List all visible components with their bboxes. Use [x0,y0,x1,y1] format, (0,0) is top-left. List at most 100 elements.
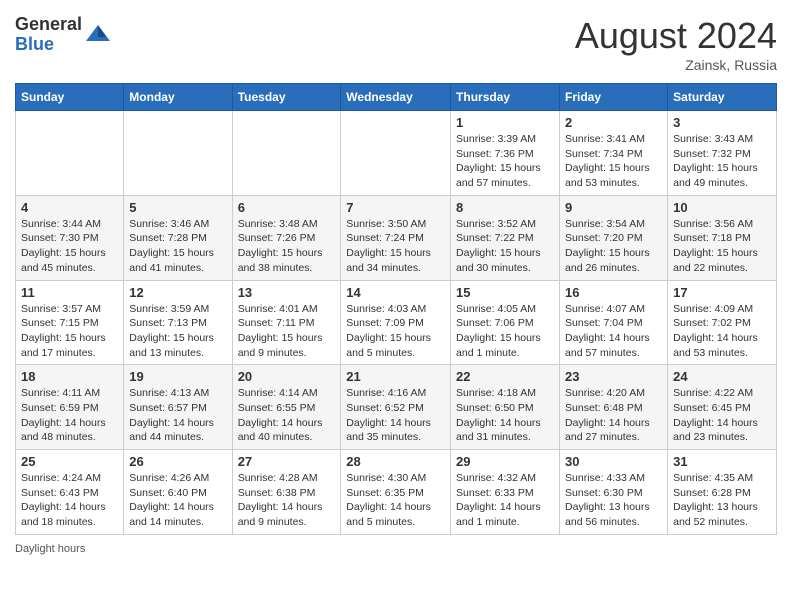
day-number: 17 [673,285,771,300]
location: Zainsk, Russia [575,57,777,73]
day-number: 31 [673,454,771,469]
day-detail: Sunrise: 4:32 AMSunset: 6:33 PMDaylight:… [456,471,554,530]
logo: GeneralBlue [15,15,112,55]
calendar-cell: 9Sunrise: 3:54 AMSunset: 7:20 PMDaylight… [560,195,668,280]
week-row-1: 1 Sunrise: 3:39 AMSunset: 7:36 PMDaylight… [16,111,777,196]
day-detail: Sunrise: 3:44 AMSunset: 7:30 PMDaylight:… [21,217,118,276]
day-detail: Sunrise: 4:24 AMSunset: 6:43 PMDaylight:… [21,471,118,530]
day-number: 26 [129,454,226,469]
day-detail: Sunrise: 3:48 AMSunset: 7:26 PMDaylight:… [238,217,336,276]
calendar-cell [341,111,451,196]
calendar-cell: 1 Sunrise: 3:39 AMSunset: 7:36 PMDaylight… [451,111,560,196]
header-day-monday: Monday [124,84,232,111]
day-number: 5 [129,200,226,215]
header-day-wednesday: Wednesday [341,84,451,111]
calendar-cell: 31 Sunrise: 4:35 AMSunset: 6:28 PMDayligh… [668,450,777,535]
calendar-cell: 22Sunrise: 4:18 AMSunset: 6:50 PMDayligh… [451,365,560,450]
day-number: 6 [238,200,336,215]
calendar-cell: 15Sunrise: 4:05 AMSunset: 7:06 PMDayligh… [451,280,560,365]
calendar-cell: 13Sunrise: 4:01 AMSunset: 7:11 PMDayligh… [232,280,341,365]
header-day-thursday: Thursday [451,84,560,111]
calendar-cell [124,111,232,196]
day-detail: Sunrise: 3:56 AMSunset: 7:18 PMDaylight:… [673,217,771,276]
day-detail: Sunrise: 4:14 AMSunset: 6:55 PMDaylight:… [238,386,336,445]
day-number: 27 [238,454,336,469]
day-number: 21 [346,369,445,384]
day-detail: Sunrise: 3:57 AMSunset: 7:15 PMDaylight:… [21,302,118,361]
day-detail: Sunrise: 3:46 AMSunset: 7:28 PMDaylight:… [129,217,226,276]
week-row-3: 11 Sunrise: 3:57 AMSunset: 7:15 PMDayligh… [16,280,777,365]
calendar-cell: 11 Sunrise: 3:57 AMSunset: 7:15 PMDayligh… [16,280,124,365]
day-number: 23 [565,369,662,384]
header-day-saturday: Saturday [668,84,777,111]
calendar-body: 1 Sunrise: 3:39 AMSunset: 7:36 PMDaylight… [16,111,777,535]
day-number: 18 [21,369,118,384]
header-day-tuesday: Tuesday [232,84,341,111]
day-detail: Sunrise: 4:26 AMSunset: 6:40 PMDaylight:… [129,471,226,530]
day-number: 14 [346,285,445,300]
calendar-header: SundayMondayTuesdayWednesdayThursdayFrid… [16,84,777,111]
header-day-sunday: Sunday [16,84,124,111]
title-block: August 2024 Zainsk, Russia [575,15,777,73]
week-row-2: 4 Sunrise: 3:44 AMSunset: 7:30 PMDaylight… [16,195,777,280]
day-number: 24 [673,369,771,384]
day-detail: Sunrise: 4:20 AMSunset: 6:48 PMDaylight:… [565,386,662,445]
calendar-cell [16,111,124,196]
month-year: August 2024 [575,15,777,57]
calendar-cell: 12 Sunrise: 3:59 AMSunset: 7:13 PMDayligh… [124,280,232,365]
day-detail: Sunrise: 4:16 AMSunset: 6:52 PMDaylight:… [346,386,445,445]
day-number: 4 [21,200,118,215]
calendar-cell: 7Sunrise: 3:50 AMSunset: 7:24 PMDaylight… [341,195,451,280]
day-number: 19 [129,369,226,384]
day-detail: Sunrise: 4:28 AMSunset: 6:38 PMDaylight:… [238,471,336,530]
calendar-cell: 19 Sunrise: 4:13 AMSunset: 6:57 PMDayligh… [124,365,232,450]
day-number: 16 [565,285,662,300]
daylight-label: Daylight hours [15,543,85,555]
day-detail: Sunrise: 4:09 AMSunset: 7:02 PMDaylight:… [673,302,771,361]
calendar-cell: 3Sunrise: 3:43 AMSunset: 7:32 PMDaylight… [668,111,777,196]
day-number: 3 [673,115,771,130]
week-row-5: 25Sunrise: 4:24 AMSunset: 6:43 PMDayligh… [16,450,777,535]
day-number: 13 [238,285,336,300]
day-number: 11 [21,285,118,300]
day-number: 7 [346,200,445,215]
day-number: 22 [456,369,554,384]
day-detail: Sunrise: 3:54 AMSunset: 7:20 PMDaylight:… [565,217,662,276]
day-detail: Sunrise: 4:35 AMSunset: 6:28 PMDaylight:… [673,471,771,530]
page-header: GeneralBlue August 2024 Zainsk, Russia [15,15,777,73]
day-detail: Sunrise: 4:22 AMSunset: 6:45 PMDaylight:… [673,386,771,445]
calendar-cell: 25Sunrise: 4:24 AMSunset: 6:43 PMDayligh… [16,450,124,535]
day-detail: Sunrise: 3:39 AMSunset: 7:36 PMDaylight:… [456,132,554,191]
day-detail: Sunrise: 3:59 AMSunset: 7:13 PMDaylight:… [129,302,226,361]
day-number: 1 [456,115,554,130]
calendar-cell: 26 Sunrise: 4:26 AMSunset: 6:40 PMDayligh… [124,450,232,535]
calendar-cell: 24 Sunrise: 4:22 AMSunset: 6:45 PMDayligh… [668,365,777,450]
day-number: 28 [346,454,445,469]
footer: Daylight hours [15,543,777,555]
logo-general: GeneralBlue [15,14,82,54]
calendar-cell: 30 Sunrise: 4:33 AMSunset: 6:30 PMDayligh… [560,450,668,535]
day-detail: Sunrise: 4:33 AMSunset: 6:30 PMDaylight:… [565,471,662,530]
day-number: 15 [456,285,554,300]
day-number: 30 [565,454,662,469]
day-number: 12 [129,285,226,300]
logo-icon [84,21,112,49]
calendar-cell: 17 Sunrise: 4:09 AMSunset: 7:02 PMDayligh… [668,280,777,365]
calendar-cell [232,111,341,196]
calendar-table: SundayMondayTuesdayWednesdayThursdayFrid… [15,83,777,535]
calendar-cell: 21 Sunrise: 4:16 AMSunset: 6:52 PMDayligh… [341,365,451,450]
calendar-cell: 29 Sunrise: 4:32 AMSunset: 6:33 PMDayligh… [451,450,560,535]
day-number: 2 [565,115,662,130]
calendar-cell: 4 Sunrise: 3:44 AMSunset: 7:30 PMDaylight… [16,195,124,280]
calendar-cell: 6 Sunrise: 3:48 AMSunset: 7:26 PMDaylight… [232,195,341,280]
calendar-cell: 23 Sunrise: 4:20 AMSunset: 6:48 PMDayligh… [560,365,668,450]
calendar-cell: 2Sunrise: 3:41 AMSunset: 7:34 PMDaylight… [560,111,668,196]
calendar-cell: 20Sunrise: 4:14 AMSunset: 6:55 PMDayligh… [232,365,341,450]
day-number: 29 [456,454,554,469]
calendar-cell: 14Sunrise: 4:03 AMSunset: 7:09 PMDayligh… [341,280,451,365]
day-detail: Sunrise: 4:13 AMSunset: 6:57 PMDaylight:… [129,386,226,445]
header-day-friday: Friday [560,84,668,111]
calendar-cell: 16Sunrise: 4:07 AMSunset: 7:04 PMDayligh… [560,280,668,365]
calendar-cell: 27 Sunrise: 4:28 AMSunset: 6:38 PMDayligh… [232,450,341,535]
calendar-cell: 18Sunrise: 4:11 AMSunset: 6:59 PMDayligh… [16,365,124,450]
